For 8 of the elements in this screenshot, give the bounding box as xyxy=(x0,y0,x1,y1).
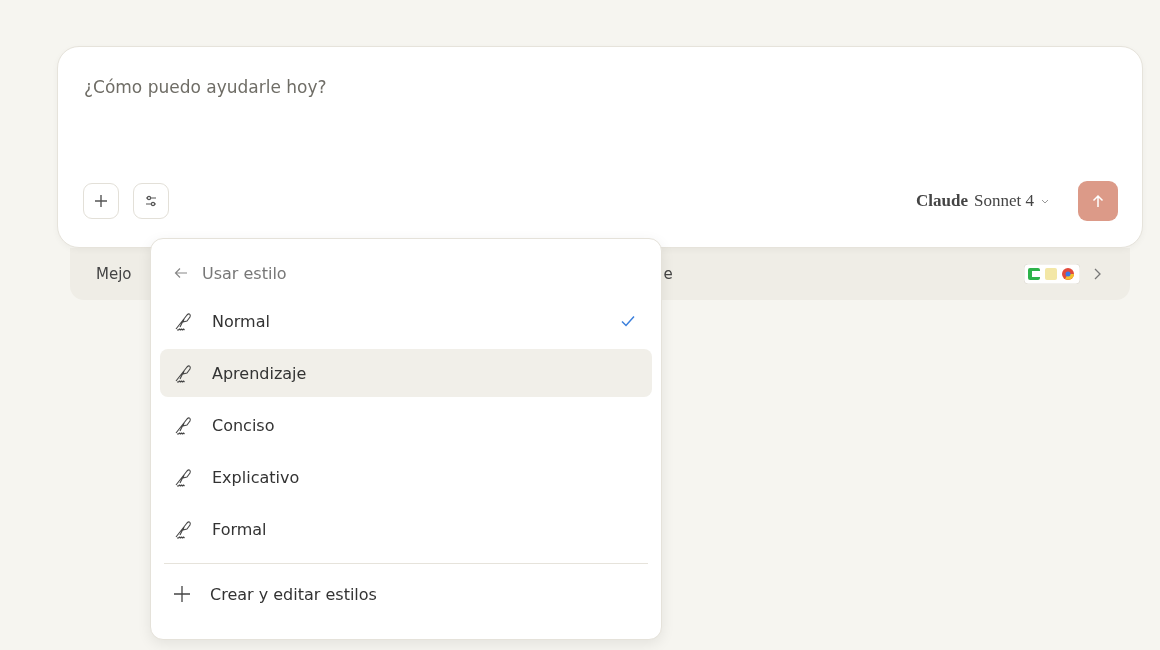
banner-text: Mejo xyxy=(96,265,132,283)
option-label: Conciso xyxy=(212,415,276,435)
option-label: Aprendizaje xyxy=(212,363,308,383)
option-label: Explicativo xyxy=(212,467,301,487)
option-label: Formal xyxy=(212,519,268,539)
option-label: Crear y editar estilos xyxy=(210,584,378,604)
option-label: Normal xyxy=(212,311,271,331)
banner-text: e xyxy=(663,265,673,283)
